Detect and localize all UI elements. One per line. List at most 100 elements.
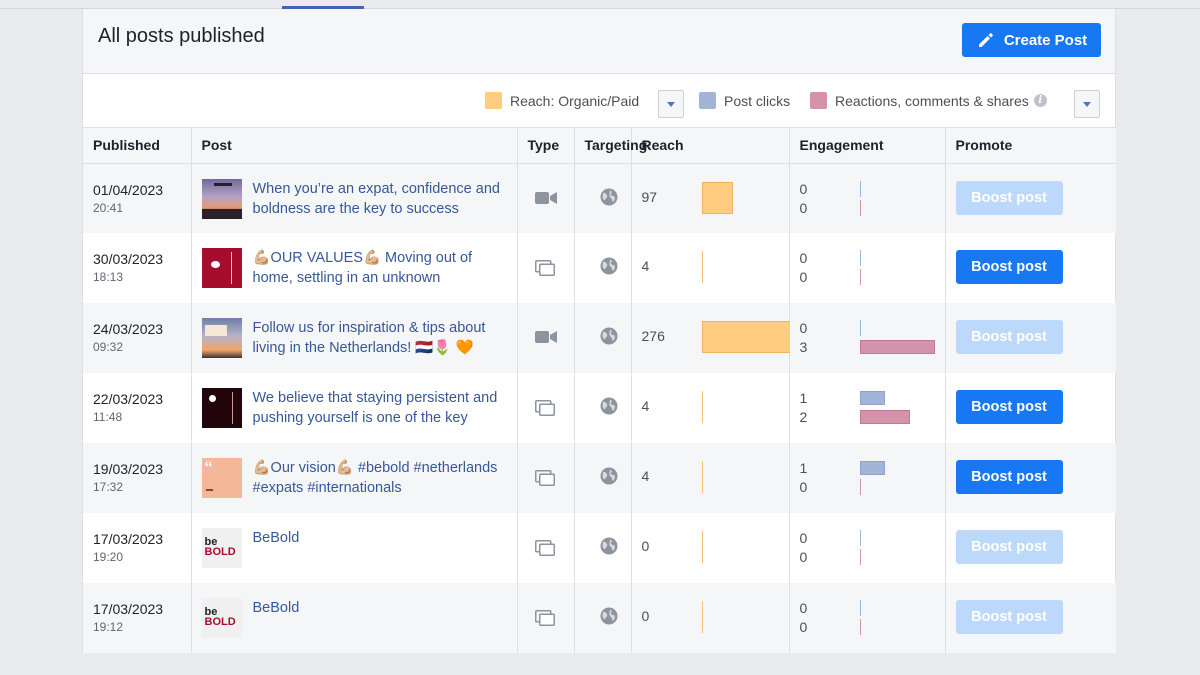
multi-photo-icon [534, 400, 555, 421]
engagement-bar [859, 269, 861, 285]
boost-post-button[interactable]: Boost post [955, 460, 1063, 494]
post-cell[interactable]: “ 💪🏼Our vision💪🏼 #bebold #netherlands #e… [191, 443, 518, 513]
engagement-bar [859, 391, 885, 405]
targeting-cell [574, 583, 632, 653]
post-text-link[interactable]: 💪🏼OUR VALUES💪🏼 Moving out of home, settl… [253, 248, 509, 288]
boost-post-button[interactable]: Boost post [955, 250, 1063, 284]
post-thumbnail[interactable]: be BOLD [201, 528, 242, 568]
info-icon[interactable]: i [1033, 94, 1047, 107]
reach-bar [701, 461, 703, 493]
post-thumbnail[interactable]: “ [201, 458, 242, 498]
col-promote[interactable]: Promote [945, 128, 1116, 164]
post-thumbnail[interactable] [201, 388, 242, 428]
targeting-cell [574, 373, 632, 443]
published-time: 09:32 [93, 340, 124, 354]
engagement-cell: 0 0 [789, 513, 946, 583]
globe-icon [600, 397, 618, 420]
reactions-value: 0 [799, 479, 808, 495]
published-cell: 30/03/2023 18:13 [83, 233, 192, 303]
engagement-bar [859, 619, 861, 635]
post-cell[interactable]: We believe that staying persistent and p… [191, 373, 518, 443]
legend-label-reach: Reach: Organic/Paid [510, 92, 640, 109]
table-row: 01/04/2023 20:41 When you’re an expat, c… [83, 163, 1116, 233]
published-cell: 01/04/2023 20:41 [83, 163, 192, 233]
col-reach[interactable]: Reach [631, 128, 790, 164]
engagement-bar [859, 410, 910, 424]
col-targeting[interactable]: Targeting [574, 128, 647, 164]
promote-cell: Boost post [945, 233, 1116, 303]
type-cell [517, 443, 575, 513]
legend-swatch-clicks [699, 92, 716, 109]
published-time: 11:48 [93, 410, 123, 424]
boost-post-button[interactable]: Boost post [955, 320, 1063, 354]
col-type[interactable]: Type [517, 128, 575, 164]
reach-cell: 4 [631, 373, 790, 443]
engagement-bar [859, 479, 861, 495]
boost-post-button[interactable]: Boost post [955, 390, 1063, 424]
promote-cell: Boost post [945, 163, 1116, 233]
engagement-dropdown-button[interactable] [1074, 90, 1100, 118]
engagement-cell: 0 0 [789, 163, 946, 233]
globe-icon [600, 607, 618, 630]
post-text-link[interactable]: Follow us for inspiration & tips about l… [253, 318, 509, 358]
create-post-button[interactable]: Create Post [962, 23, 1101, 57]
boost-post-button[interactable]: Boost post [955, 600, 1063, 634]
legend-label-reactions: Reactions, comments & shares [835, 92, 1029, 109]
posts-panel: All posts published Create Post Reach: O… [82, 9, 1116, 653]
post-cell[interactable]: When you’re an expat, confidence and bol… [191, 163, 518, 233]
post-text-link[interactable]: BeBold [253, 598, 509, 618]
post-text-link[interactable]: 💪🏼Our vision💪🏼 #bebold #netherlands #exp… [253, 458, 509, 498]
reach-value: 4 [641, 468, 650, 484]
published-time: 19:12 [93, 620, 124, 634]
post-text-link[interactable]: BeBold [253, 528, 509, 548]
type-cell [517, 233, 575, 303]
table-row: 30/03/2023 18:13 💪🏼OUR VALUES💪🏼 Moving o… [83, 233, 1116, 303]
multi-photo-icon [534, 470, 555, 491]
col-post[interactable]: Post [191, 128, 518, 164]
post-thumbnail[interactable] [201, 178, 242, 219]
post-cell[interactable]: Follow us for inspiration & tips about l… [191, 303, 518, 373]
boost-post-button[interactable]: Boost post [955, 530, 1063, 564]
post-text-link[interactable]: When you’re an expat, confidence and bol… [253, 179, 509, 219]
published-date: 17/03/2023 [93, 531, 164, 547]
reach-cell: 276 [631, 303, 792, 373]
reach-bar [701, 601, 703, 633]
col-published[interactable]: Published [83, 128, 192, 164]
reactions-value: 3 [799, 339, 808, 355]
post-cell[interactable]: be BOLD BeBold [191, 513, 518, 583]
reach-value: 97 [641, 188, 658, 205]
globe-icon [600, 188, 618, 211]
published-date: 17/03/2023 [93, 601, 164, 617]
published-cell: 19/03/2023 17:32 [83, 443, 192, 513]
published-time: 18:13 [93, 270, 124, 284]
type-cell [517, 513, 575, 583]
post-thumbnail[interactable] [201, 318, 242, 358]
legend-reach: Reach: Organic/Paid [485, 92, 639, 109]
reach-cell: 4 [631, 233, 790, 303]
pencil-icon [976, 30, 996, 50]
post-clicks-value: 1 [799, 390, 808, 406]
post-thumbnail[interactable] [201, 248, 242, 288]
table-row: 19/03/2023 17:32 “ 💪🏼Our vision💪🏼 #bebol… [83, 443, 1116, 513]
reach-bar [701, 321, 792, 353]
post-clicks-value: 0 [799, 180, 808, 197]
legend-bar: Reach: Organic/Paid Post clicks Reaction… [83, 74, 1115, 128]
boost-post-button[interactable]: Boost post [955, 180, 1063, 215]
reach-dropdown-button[interactable] [658, 90, 684, 118]
reach-cell: 0 [631, 513, 790, 583]
col-engagement[interactable]: Engagement [789, 128, 946, 164]
type-cell [517, 373, 575, 443]
published-date: 19/03/2023 [93, 461, 164, 477]
type-cell [517, 303, 575, 373]
published-date: 22/03/2023 [93, 391, 164, 407]
published-date: 30/03/2023 [93, 251, 164, 267]
reach-cell: 0 [631, 583, 790, 653]
post-cell[interactable]: 💪🏼OUR VALUES💪🏼 Moving out of home, settl… [191, 233, 518, 303]
post-cell[interactable]: be BOLD BeBold [191, 583, 518, 653]
post-thumbnail[interactable]: be BOLD [201, 598, 242, 638]
targeting-cell [574, 443, 632, 513]
post-text-link[interactable]: We believe that staying persistent and p… [253, 388, 509, 428]
targeting-cell [574, 233, 632, 303]
table-row: 22/03/2023 11:48 We believe that staying… [83, 373, 1116, 443]
logo-bottom: BOLD [204, 616, 236, 628]
